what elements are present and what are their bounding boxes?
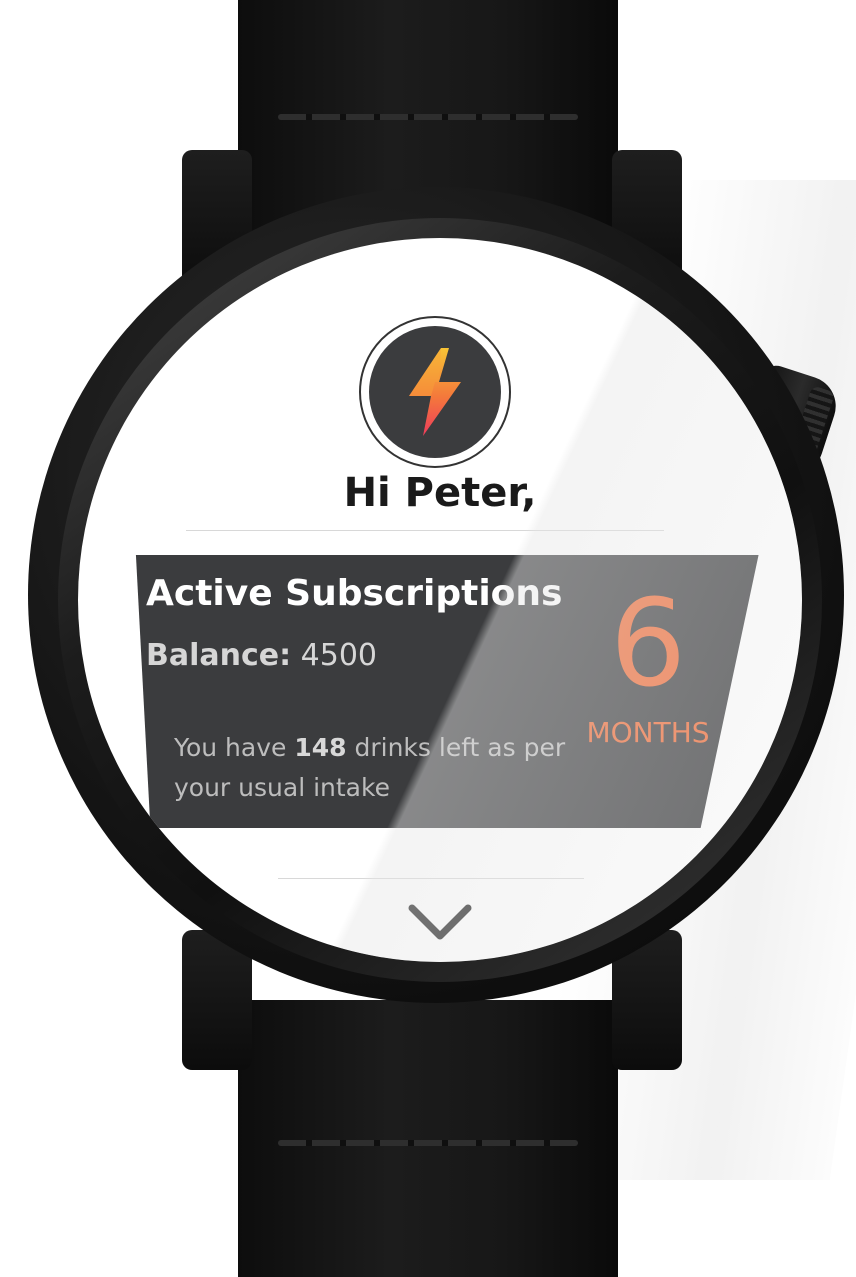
divider-bottom [278, 878, 584, 879]
watch-mockup: Hi Peter, Active Subscriptions Balance: … [0, 0, 856, 1277]
duration-value: 6 [609, 575, 687, 714]
watch-screen: Hi Peter, Active Subscriptions Balance: … [78, 238, 802, 962]
balance-label: Balance: [146, 638, 292, 673]
scroll-down-button[interactable] [404, 898, 476, 946]
watch-strap-bottom [238, 1000, 618, 1277]
app-logo-badge [369, 326, 501, 458]
divider-top [186, 530, 664, 531]
card-title: Active Subscriptions [146, 573, 563, 614]
chevron-down-icon [408, 904, 472, 940]
drinks-count: 148 [294, 733, 347, 762]
strap-stitching [278, 114, 578, 120]
balance-row: Balance: 4500 [146, 638, 377, 673]
lightning-bolt-icon [409, 348, 461, 436]
app-logo [359, 316, 511, 468]
strap-stitching [278, 1140, 578, 1146]
drinks-remaining-text: You have 148 drinks left as per your usu… [174, 728, 574, 808]
balance-value: 4500 [300, 638, 378, 673]
drinks-prefix: You have [174, 733, 287, 762]
duration-unit: MONTHS [586, 716, 710, 749]
greeting-text: Hi Peter, [343, 470, 537, 516]
